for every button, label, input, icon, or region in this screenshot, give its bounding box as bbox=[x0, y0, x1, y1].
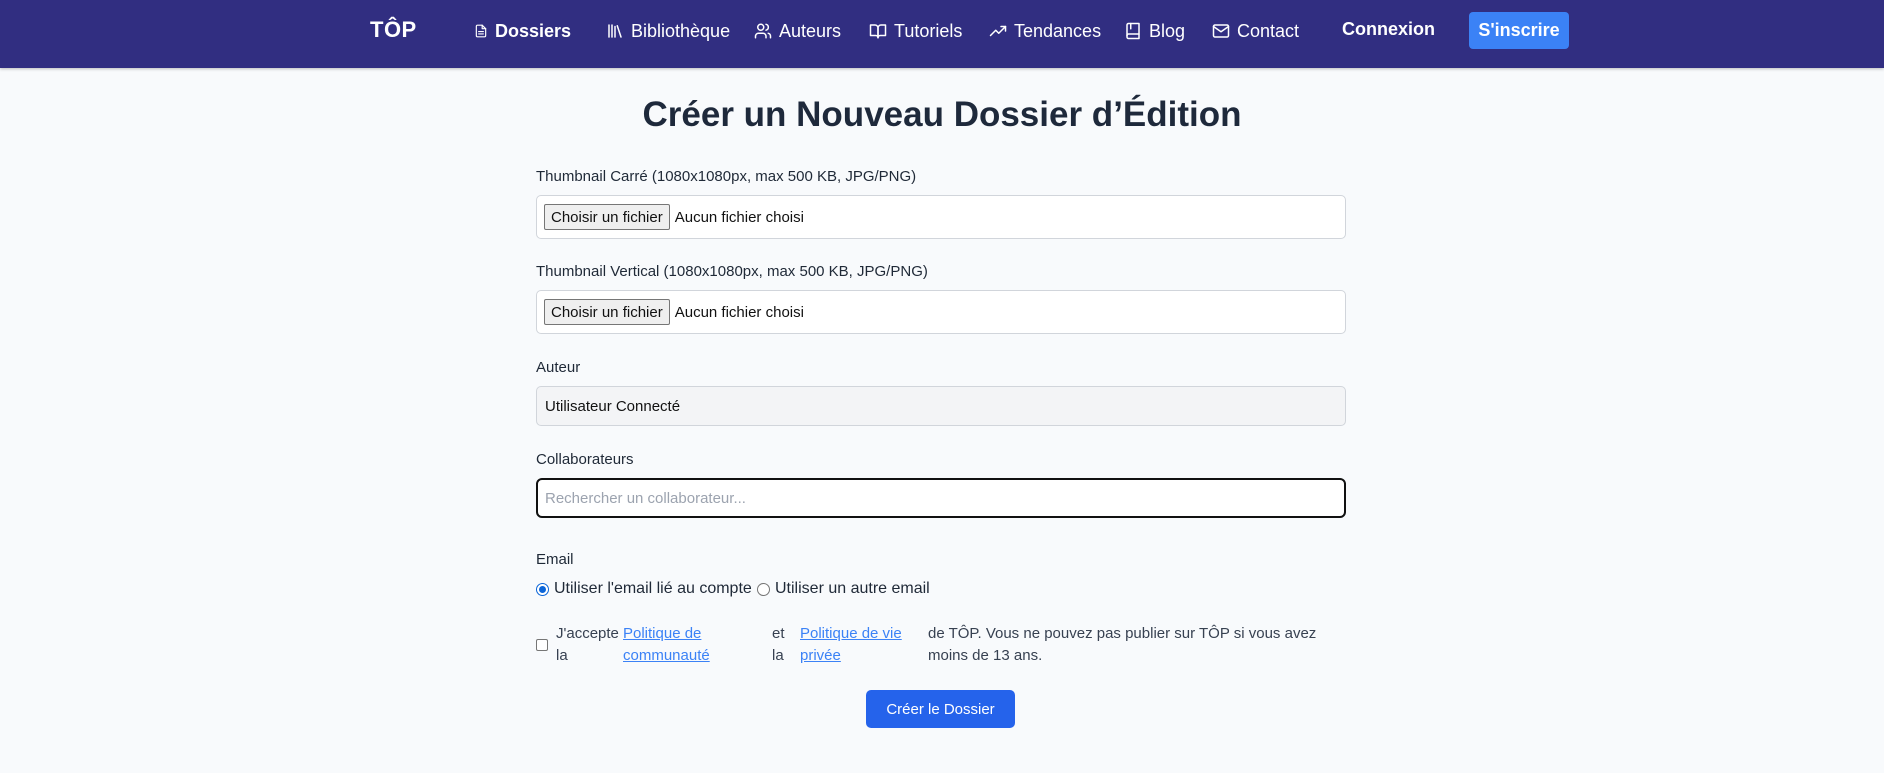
community-policy-link-block: Politique de communauté bbox=[623, 623, 710, 667]
file-icon bbox=[475, 24, 487, 38]
nav-item-blog[interactable]: Blog bbox=[1124, 19, 1185, 43]
brand-logo[interactable]: TÔP bbox=[370, 17, 417, 43]
users-icon bbox=[754, 23, 772, 39]
nav-item-tutoriels[interactable]: Tutoriels bbox=[869, 19, 962, 43]
terms-prefix-line1: J'accepte bbox=[556, 625, 619, 642]
thumb-vertical-field: Choisir un fichier Aucun fichier choisi bbox=[536, 290, 1346, 334]
terms-prefix: J'accepte la bbox=[556, 623, 619, 667]
email-option-account[interactable]: Utiliser l'email lié au compte bbox=[536, 580, 752, 598]
email-label: Email bbox=[536, 551, 574, 568]
nav-item-label: Tutoriels bbox=[894, 20, 963, 41]
terms-suffix: de TÔP. Vous ne pouvez pas publier sur T… bbox=[928, 623, 1316, 667]
email-option-other-label: Utiliser un autre email bbox=[775, 580, 930, 597]
signup-button[interactable]: S'inscrire bbox=[1469, 12, 1569, 49]
book-open-icon bbox=[869, 24, 887, 39]
terms-suffix-line2: moins de 13 ans. bbox=[928, 647, 1043, 664]
book-icon bbox=[1126, 22, 1140, 40]
trending-icon bbox=[989, 25, 1007, 37]
nav-item-label: Blog bbox=[1149, 20, 1186, 41]
terms-mid: et la bbox=[772, 623, 785, 667]
author-label: Auteur bbox=[536, 359, 581, 376]
privacy-policy-link[interactable]: Politique de vie bbox=[800, 625, 902, 642]
nav-item-label: Contact bbox=[1237, 20, 1300, 41]
terms-prefix-line2: la bbox=[556, 647, 568, 664]
terms-mid-line2: la bbox=[772, 647, 784, 664]
nav-item-label: Auteurs bbox=[779, 20, 842, 41]
nav-item-dossiers[interactable]: Dossiers bbox=[474, 19, 571, 43]
terms-checkbox[interactable] bbox=[536, 639, 548, 651]
thumb-square-field: Choisir un fichier Aucun fichier choisi bbox=[536, 195, 1346, 239]
thumb-square-label: Thumbnail Carré (1080x1080px, max 500 KB… bbox=[536, 168, 917, 185]
nav-item-auteurs[interactable]: Auteurs bbox=[754, 19, 841, 43]
email-option-account-label: Utiliser l'email lié au compte bbox=[554, 580, 752, 597]
thumb-square-file-button[interactable]: Choisir un fichier bbox=[544, 204, 670, 230]
nav-item-label: Dossiers bbox=[495, 20, 572, 41]
nav-item-bibliotheque[interactable]: Bibliothèque bbox=[606, 19, 730, 43]
login-link[interactable]: Connexion bbox=[1342, 19, 1435, 40]
thumb-square-file-status: Aucun fichier choisi bbox=[674, 208, 804, 226]
radio-unchecked-icon[interactable] bbox=[757, 582, 770, 596]
author-field: Utilisateur Connecté bbox=[536, 386, 1346, 426]
mail-icon bbox=[1212, 24, 1230, 38]
collab-label: Collaborateurs bbox=[536, 451, 634, 468]
collab-search-input[interactable] bbox=[536, 478, 1346, 518]
community-policy-link[interactable]: Politique de bbox=[623, 625, 701, 642]
navbar: TÔP Dossiers Bibliothèque Auteurs Tutori… bbox=[0, 0, 1884, 68]
page-title: Créer un Nouveau Dossier d’Édition bbox=[642, 95, 1242, 134]
library-icon bbox=[608, 24, 622, 38]
create-dossier-button[interactable]: Créer le Dossier bbox=[866, 690, 1015, 728]
email-option-other[interactable]: Utiliser un autre email bbox=[757, 580, 930, 598]
thumb-vertical-label: Thumbnail Vertical (1080x1080px, max 500… bbox=[536, 263, 928, 280]
privacy-policy-link-block: Politique de vie privée bbox=[800, 623, 902, 667]
terms-suffix-line1: de TÔP. Vous ne pouvez pas publier sur T… bbox=[928, 625, 1317, 642]
terms-mid-line1: et bbox=[772, 625, 785, 642]
radio-checked-icon[interactable] bbox=[536, 582, 549, 596]
community-policy-link-cont[interactable]: communauté bbox=[623, 647, 710, 664]
nav-item-label: Tendances bbox=[1014, 20, 1102, 41]
nav-item-contact[interactable]: Contact bbox=[1212, 19, 1299, 43]
thumb-vertical-file-button[interactable]: Choisir un fichier bbox=[544, 299, 670, 325]
nav-item-label: Bibliothèque bbox=[631, 20, 731, 41]
privacy-policy-link-cont[interactable]: privée bbox=[800, 647, 841, 664]
thumb-vertical-file-status: Aucun fichier choisi bbox=[674, 303, 804, 321]
nav-item-tendances[interactable]: Tendances bbox=[989, 19, 1101, 43]
